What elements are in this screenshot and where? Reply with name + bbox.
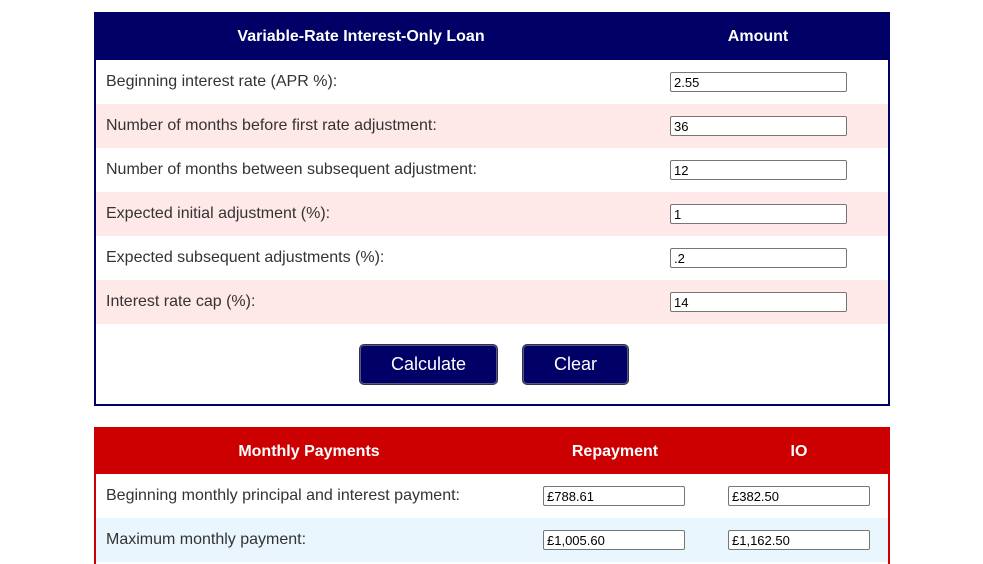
rate-cap-label: Interest rate cap (%): <box>106 293 256 310</box>
loan-row-months-before-first: Number of months before first rate adjus… <box>96 104 888 148</box>
maximum-repayment-output[interactable] <box>543 530 685 550</box>
beginning-io-output[interactable] <box>728 486 870 506</box>
months-between-label: Number of months between subsequent adju… <box>106 161 477 178</box>
payments-row-beginning: Beginning monthly principal and interest… <box>96 474 888 518</box>
months-between-input[interactable] <box>670 160 847 180</box>
payments-table-header: Monthly Payments Repayment IO <box>96 429 888 474</box>
payments-header-repayment: Repayment <box>571 442 659 460</box>
initial-adjustment-input[interactable] <box>670 204 847 224</box>
loan-row-months-between: Number of months between subsequent adju… <box>96 148 888 192</box>
subsequent-adjustments-label: Expected subsequent adjustments (%): <box>106 249 385 266</box>
payments-header-title: Monthly Payments <box>238 442 380 460</box>
loan-table-header: Variable-Rate Interest-Only Loan Amount <box>96 14 888 60</box>
maximum-payment-label: Maximum monthly payment: <box>106 531 307 548</box>
loan-row-beginning-rate: Beginning interest rate (APR %): <box>96 60 888 104</box>
months-before-first-input[interactable] <box>670 116 847 136</box>
loan-header-amount: Amount <box>727 28 789 45</box>
beginning-rate-input[interactable] <box>670 72 847 92</box>
payments-row-maximum: Maximum monthly payment: <box>96 518 888 562</box>
beginning-repayment-output[interactable] <box>543 486 685 506</box>
subsequent-adjustments-input[interactable] <box>670 248 847 268</box>
loan-row-subsequent-adjustments: Expected subsequent adjustments (%): <box>96 236 888 280</box>
calculate-button[interactable]: Calculate <box>360 345 497 384</box>
maximum-io-output[interactable] <box>728 530 870 550</box>
initial-adjustment-label: Expected initial adjustment (%): <box>106 205 331 222</box>
beginning-rate-label: Beginning interest rate (APR %): <box>106 73 338 90</box>
clear-button[interactable]: Clear <box>523 345 628 384</box>
beginning-payment-label: Beginning monthly principal and interest… <box>106 487 460 504</box>
loan-row-initial-adjustment: Expected initial adjustment (%): <box>96 192 888 236</box>
monthly-payments-panel: Monthly Payments Repayment IO Beginning … <box>94 427 890 564</box>
loan-row-rate-cap: Interest rate cap (%): <box>96 280 888 324</box>
months-before-first-label: Number of months before first rate adjus… <box>106 117 437 134</box>
rate-cap-input[interactable] <box>670 292 847 312</box>
payments-header-io: IO <box>790 442 808 460</box>
loan-calculator-panel: Variable-Rate Interest-Only Loan Amount … <box>94 12 890 406</box>
loan-header-title: Variable-Rate Interest-Only Loan <box>237 28 485 45</box>
